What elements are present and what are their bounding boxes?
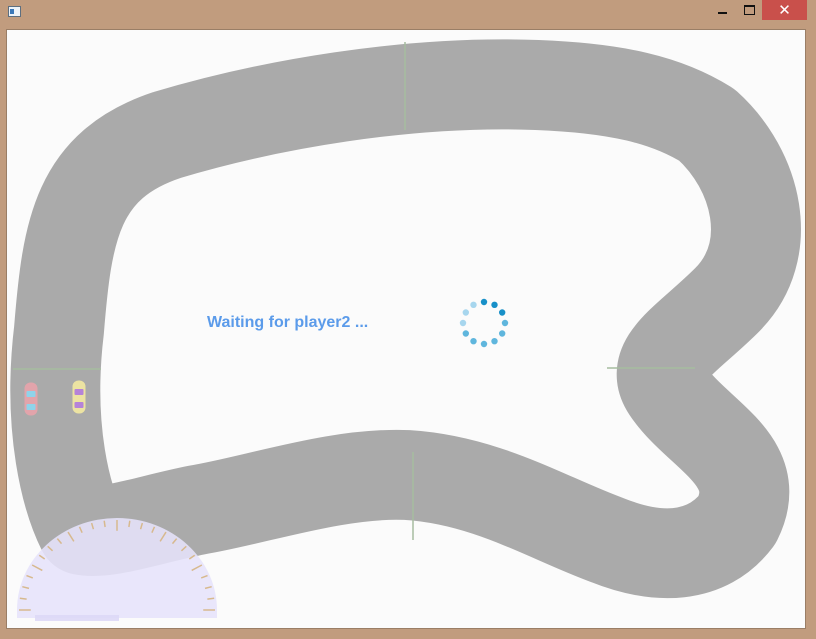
spinner-dot xyxy=(480,340,488,348)
gauge-tick xyxy=(207,597,215,600)
minimize-icon xyxy=(717,12,727,14)
spinner-dot xyxy=(491,337,498,345)
title-bar: ✕ xyxy=(0,0,816,26)
loading-spinner-icon xyxy=(459,298,509,348)
spinner-dot xyxy=(470,301,477,309)
gauge-tick xyxy=(128,520,131,528)
gauge-tick xyxy=(103,520,106,528)
spinner-dot xyxy=(462,330,470,337)
spinner-dot xyxy=(459,319,467,327)
close-button[interactable]: ✕ xyxy=(762,0,807,20)
spinner-dot xyxy=(480,298,488,306)
player1-car xyxy=(24,382,38,416)
close-icon: ✕ xyxy=(778,2,791,19)
spinner-dot xyxy=(462,309,470,316)
maximize-button[interactable] xyxy=(736,0,762,20)
spinner-dot xyxy=(498,309,506,316)
game-canvas[interactable]: Waiting for player2 ... xyxy=(6,29,806,629)
track-road xyxy=(10,39,801,599)
spinner-dot xyxy=(491,301,498,309)
player2-car xyxy=(72,380,86,414)
spinner-dot xyxy=(501,319,509,327)
minimize-button[interactable] xyxy=(708,0,736,20)
maximize-icon xyxy=(743,5,755,15)
app-icon xyxy=(8,6,21,17)
spinner-dot xyxy=(470,337,477,345)
spinner-dot xyxy=(498,330,506,337)
race-track xyxy=(10,39,801,621)
waiting-status: Waiting for player2 ... xyxy=(207,314,369,331)
gauge-tick xyxy=(19,597,27,600)
